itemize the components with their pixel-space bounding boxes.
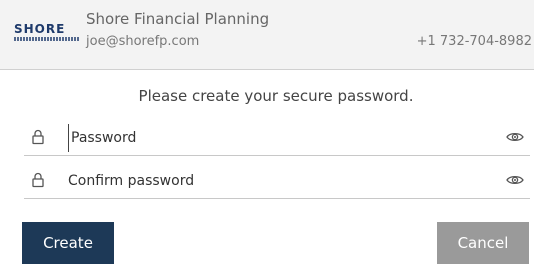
confirm-password-field (24, 163, 530, 199)
create-button[interactable]: Create (22, 222, 114, 264)
company-logo: SHORE (14, 22, 80, 44)
logo-wordmark: SHORE (14, 22, 66, 36)
confirm-password-underline (24, 198, 530, 199)
confirm-password-input[interactable] (68, 167, 488, 195)
password-field (24, 120, 530, 156)
company-email: joe@shorefp.com (86, 34, 200, 49)
company-phone: +1 732-704-8982 (416, 34, 532, 49)
eye-icon[interactable] (506, 129, 524, 145)
logo-tagline (14, 37, 80, 41)
lock-icon (30, 172, 46, 188)
password-input[interactable] (68, 124, 491, 152)
company-name: Shore Financial Planning (86, 10, 270, 28)
password-underline (24, 155, 530, 156)
password-setup-page: SHORE Shore Financial Planning joe@shore… (0, 0, 534, 271)
cancel-button[interactable]: Cancel (437, 222, 529, 264)
lock-icon (30, 129, 46, 145)
eye-icon[interactable] (506, 172, 524, 188)
instruction-text: Please create your secure password. (138, 87, 414, 105)
header: SHORE Shore Financial Planning joe@shore… (0, 0, 534, 70)
